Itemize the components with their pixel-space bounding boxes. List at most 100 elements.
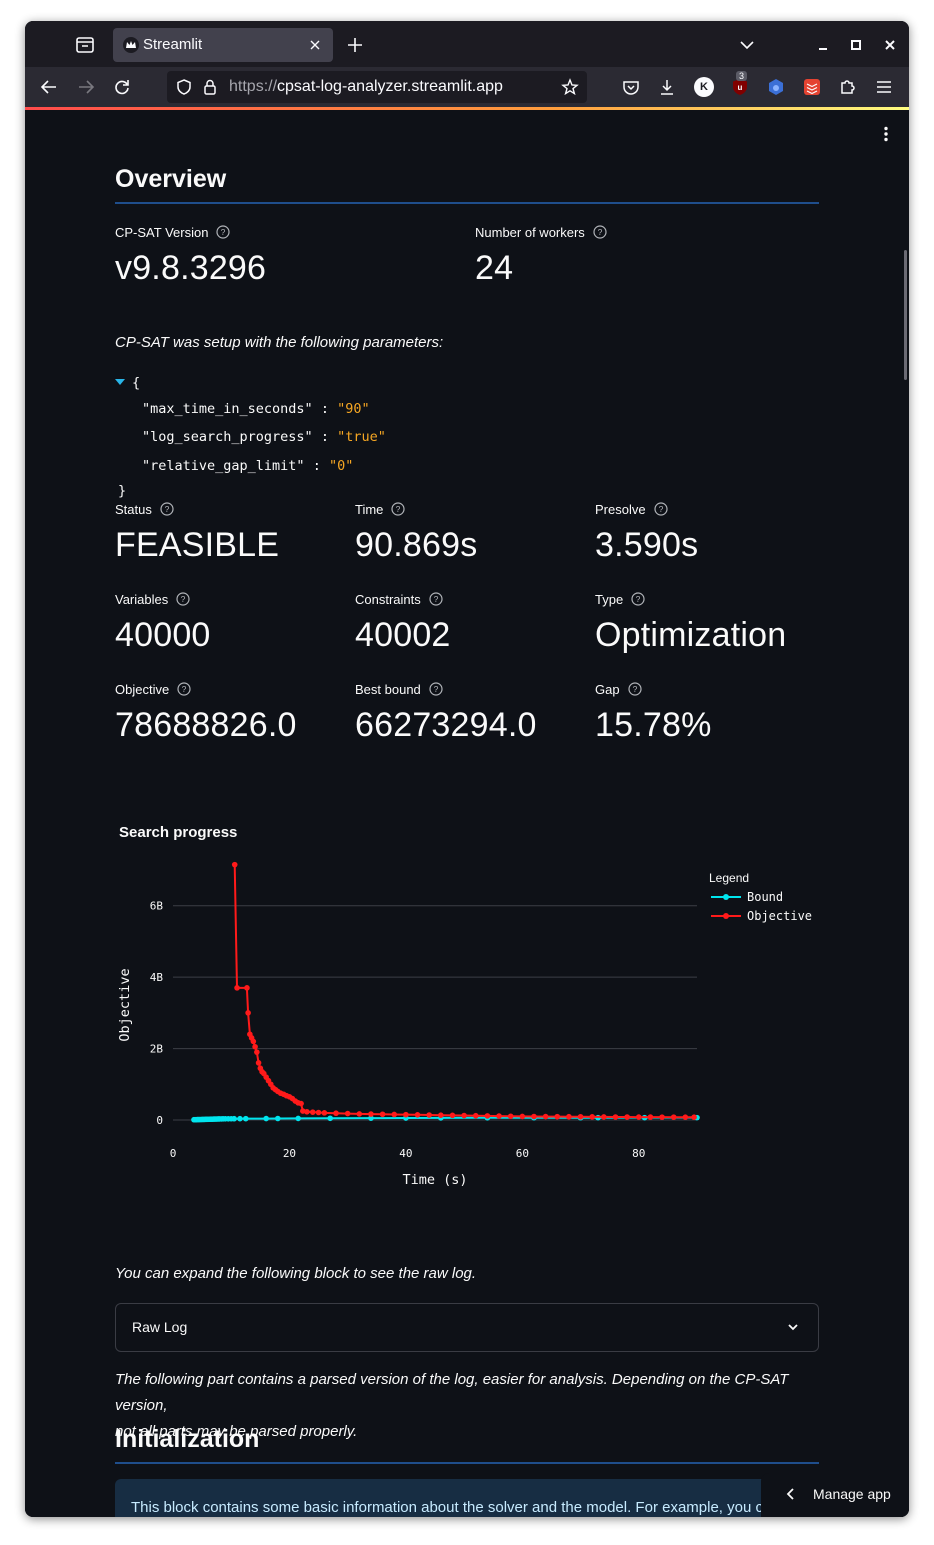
json-param-line: "relative_gap_limit" : "0" xyxy=(142,458,354,474)
help-question-icon[interactable]: ? xyxy=(593,225,607,239)
y-tick-label: 6B xyxy=(150,900,164,913)
data-point-objective xyxy=(542,1113,549,1120)
metric-time: Time? 90.869s xyxy=(355,500,477,565)
extension-badge-count: 3 xyxy=(736,71,748,81)
data-point-bound xyxy=(237,1115,243,1122)
help-question-icon[interactable]: ? xyxy=(627,682,642,696)
data-point-objective xyxy=(635,1114,642,1120)
metric-presolve: Presolve? 3.590s xyxy=(595,500,698,565)
streamlit-app: Overview CP-SAT Version ? v9.8.3296 Numb… xyxy=(25,110,909,1517)
ublock-extension-icon[interactable]: u 3 xyxy=(730,71,750,97)
metric-number-of-workers: Number of workers ? 24 xyxy=(475,223,607,288)
x-tick-label: 60 xyxy=(516,1147,529,1160)
data-point-objective xyxy=(659,1114,665,1120)
firefox-view-icon[interactable] xyxy=(73,33,97,57)
legend-title: Legend xyxy=(709,871,749,885)
svg-text:?: ? xyxy=(433,594,438,604)
y-tick-label: 2B xyxy=(150,1043,164,1056)
svg-text:?: ? xyxy=(182,684,187,694)
data-point-objective xyxy=(472,1112,479,1119)
metric-label: Gap xyxy=(595,681,620,697)
y-axis-title: Objective xyxy=(117,968,133,1041)
svg-text:?: ? xyxy=(181,594,186,604)
main-menu-kebab-icon[interactable] xyxy=(883,126,889,142)
data-point-objective xyxy=(254,1049,260,1055)
data-point-bound xyxy=(242,1115,249,1122)
data-point-objective xyxy=(438,1112,444,1118)
svg-text:?: ? xyxy=(658,504,663,514)
tab-title: Streamlit xyxy=(143,36,203,53)
metric-value: 40000 xyxy=(115,616,211,654)
data-point-objective xyxy=(309,1109,316,1115)
help-question-icon[interactable]: ? xyxy=(429,592,443,606)
data-point-objective xyxy=(647,1114,654,1120)
data-point-objective xyxy=(426,1112,432,1118)
hamburger-menu-icon[interactable] xyxy=(874,77,894,97)
initialization-divider xyxy=(115,1462,819,1464)
browser-tab-active[interactable]: Streamlit xyxy=(113,28,333,62)
minimize-icon[interactable] xyxy=(813,35,833,55)
metric-variables: Variables? 40000 xyxy=(115,590,211,655)
help-question-icon[interactable]: ? xyxy=(160,502,174,516)
metric-status: Status? FEASIBLE xyxy=(115,500,279,565)
help-question-icon[interactable]: ? xyxy=(391,502,406,516)
tracking-shield-icon[interactable] xyxy=(175,78,193,96)
metric-label: Presolve xyxy=(595,501,646,517)
list-all-tabs-chevron-icon[interactable] xyxy=(737,35,757,55)
help-question-icon[interactable]: ? xyxy=(176,592,190,606)
help-question-icon[interactable]: ? xyxy=(653,502,668,516)
overview-heading: Overview xyxy=(115,165,227,193)
downloads-icon[interactable] xyxy=(657,77,677,97)
back-arrow-icon[interactable] xyxy=(39,77,59,97)
metric-value: FEASIBLE xyxy=(115,526,280,564)
data-point-objective xyxy=(496,1113,502,1119)
todoist-extension-icon[interactable] xyxy=(802,77,822,97)
data-point-objective xyxy=(612,1114,619,1120)
manage-app-button[interactable]: Manage app xyxy=(761,1473,909,1517)
data-point-objective xyxy=(566,1113,572,1120)
data-point-objective xyxy=(321,1110,328,1116)
overview-divider xyxy=(115,202,819,204)
search-progress-chart[interactable]: 0 2B 4B 6B 0 20 40 60 80 Time (s) Objective Legend B… xyxy=(115,850,819,1220)
initialization-info-box: This block contains some basic informati… xyxy=(115,1479,819,1517)
help-question-icon[interactable]: ? xyxy=(177,682,191,696)
metric-value: 3.590s xyxy=(595,526,699,564)
data-point-objective xyxy=(368,1111,374,1117)
data-point-objective xyxy=(670,1114,677,1120)
data-point-objective xyxy=(298,1100,304,1107)
chevron-down-icon xyxy=(788,1324,798,1331)
json-open-brace: { xyxy=(132,375,141,391)
raw-log-expander[interactable]: Raw Log xyxy=(115,1303,819,1352)
help-question-icon[interactable]: ? xyxy=(429,682,443,696)
account-avatar-icon[interactable]: K xyxy=(694,77,714,97)
svg-text:?: ? xyxy=(396,504,401,514)
help-question-icon[interactable]: ? xyxy=(216,225,231,239)
data-point-objective xyxy=(577,1113,584,1120)
padlock-icon[interactable] xyxy=(202,78,218,96)
metric-best-bound: Best bound? 66273294.0 xyxy=(355,680,537,745)
metric-value: 15.78% xyxy=(595,706,712,744)
pocket-icon[interactable] xyxy=(621,77,641,97)
close-window-icon[interactable] xyxy=(880,35,900,55)
close-tab-icon[interactable] xyxy=(307,37,323,53)
x-tick-label: 40 xyxy=(399,1147,412,1160)
maximize-icon[interactable] xyxy=(846,35,866,55)
bookmark-star-icon[interactable] xyxy=(561,78,579,96)
data-point-objective xyxy=(234,985,240,991)
url-text[interactable]: https://cpsat-log-analyzer.streamlit.app xyxy=(229,78,503,96)
data-point-objective xyxy=(519,1113,526,1120)
data-point-objective xyxy=(624,1114,630,1120)
data-point-objective xyxy=(250,1038,257,1045)
forward-arrow-icon[interactable] xyxy=(76,77,96,97)
data-point-objective xyxy=(231,861,238,868)
extensions-puzzle-icon[interactable] xyxy=(838,77,858,97)
address-bar[interactable]: https://cpsat-log-analyzer.streamlit.app xyxy=(167,71,587,103)
page-scrollbar[interactable] xyxy=(904,250,907,380)
reload-icon[interactable] xyxy=(112,77,132,97)
json-collapse-caret-icon[interactable] xyxy=(115,379,125,385)
data-point-objective xyxy=(245,1010,251,1016)
y-tick-label: 4B xyxy=(150,971,164,984)
new-tab-plus-icon[interactable] xyxy=(345,35,365,55)
help-question-icon[interactable]: ? xyxy=(631,592,645,606)
extension-blue-hexagon-icon[interactable] xyxy=(766,77,786,97)
